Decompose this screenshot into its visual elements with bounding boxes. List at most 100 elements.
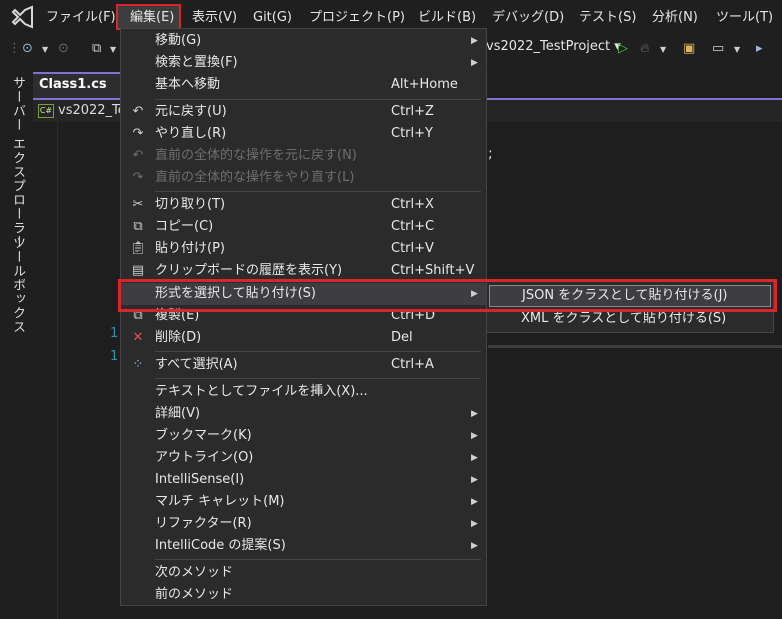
copy-icon: ⧉ (133, 219, 143, 234)
menu-item-label: IntelliCode の提案(S) (155, 538, 286, 553)
menu-debug[interactable]: デバッグ(D) (490, 8, 566, 28)
menu-separator (155, 99, 481, 100)
global-redo-icon: ↷ (132, 170, 144, 185)
menu-item-label: 切り取り(T) (155, 197, 226, 212)
menu-separator (155, 191, 481, 192)
menu-item-select-all[interactable]: ⁘ すべて選択(A) Ctrl+A (121, 354, 486, 376)
project-dropdown[interactable]: C# vs2022_Tes (38, 101, 133, 121)
menu-item-shortcut: Alt+Home (391, 77, 458, 92)
back-dropdown-icon[interactable]: ▼ (42, 45, 48, 54)
menu-file[interactable]: ファイル(F) (44, 8, 118, 28)
menu-item-label: 移動(G) (155, 33, 202, 48)
menu-item-label: 元に戻す(U) (155, 104, 227, 119)
menu-item-label: リファクター(R) (155, 516, 252, 531)
hot-reload-icon[interactable]: 🔥︎ (640, 41, 650, 56)
menu-item-label: テキストとしてファイルを挿入(X)... (155, 384, 368, 399)
menu-item-label: 次のメソッド (155, 565, 234, 580)
csharp-project-icon: C# (38, 103, 54, 118)
line-number: 1 (110, 349, 119, 364)
menu-item-paste[interactable]: 📋︎ 貼り付け(P) Ctrl+V (121, 238, 486, 260)
menu-item-undo[interactable]: ↶ 元に戻す(U) Ctrl+Z (121, 101, 486, 123)
editor-gutter (33, 122, 58, 619)
menu-item-goto[interactable]: 移動(G) ▶ (121, 30, 486, 52)
menu-tools[interactable]: ツール(T) (714, 8, 775, 28)
menu-item-multi-caret[interactable]: マルチ キャレット(M) ▶ (121, 491, 486, 513)
submenu-arrow-icon: ▶ (471, 431, 478, 441)
code-text: ; (488, 146, 493, 162)
menu-item-goto-base[interactable]: 基本へ移動 Alt+Home (121, 74, 486, 96)
menu-item-label: コピー(C) (155, 219, 214, 234)
submenu-arrow-icon: ▶ (471, 409, 478, 419)
submenu-arrow-icon: ▶ (471, 453, 478, 463)
menu-item-label: すべて選択(A) (155, 357, 238, 372)
new-item-icon[interactable]: ⧉ (92, 41, 101, 56)
start-debug-icon[interactable]: ▷ (618, 41, 628, 56)
select-all-icon: ⁘ (132, 357, 144, 372)
menu-item-bookmarks[interactable]: ブックマーク(K) ▶ (121, 425, 486, 447)
menu-item-outlining[interactable]: アウトライン(O) ▶ (121, 447, 486, 469)
menu-item-refactor[interactable]: リファクター(R) ▶ (121, 513, 486, 535)
menu-project[interactable]: プロジェクト(P) (307, 8, 407, 28)
menu-item-shortcut: Ctrl+C (391, 219, 435, 234)
menu-item-label: マルチ キャレット(M) (155, 494, 285, 509)
line-number: 1 (110, 326, 119, 341)
new-item-dropdown-icon[interactable]: ▼ (110, 45, 116, 54)
menu-test[interactable]: テスト(S) (577, 8, 638, 28)
left-tool-strip: サーバー エクスプローラー ツールボックス (0, 64, 32, 619)
menu-item-global-undo: ↶ 直前の全体的な操作を元に戻す(N) (121, 145, 486, 167)
startup-project-selector[interactable]: vs2022_TestProject ▾ (486, 39, 621, 54)
menu-item-shortcut: Del (391, 330, 413, 345)
menu-item-delete[interactable]: ✕ 削除(D) Del (121, 327, 486, 349)
menu-view[interactable]: 表示(V) (190, 8, 239, 28)
menu-item-insert-file-as-text[interactable]: テキストとしてファイルを挿入(X)... (121, 381, 486, 403)
redo-icon: ↷ (132, 126, 144, 141)
window-layout-dropdown-icon[interactable]: ▼ (734, 45, 740, 54)
delete-icon: ✕ (132, 330, 144, 345)
global-undo-icon: ↶ (132, 148, 144, 163)
menu-build[interactable]: ビルド(B) (416, 8, 478, 28)
folder-icon[interactable]: ▣ (683, 41, 695, 56)
menu-item-shortcut: Ctrl+Z (391, 104, 434, 119)
menu-item-intellicode-suggestions[interactable]: IntelliCode の提案(S) ▶ (121, 535, 486, 557)
editor-guide-line (488, 345, 782, 348)
menu-item-label: 詳細(V) (155, 406, 201, 421)
submenu-arrow-icon: ▶ (471, 475, 478, 485)
submenu-arrow-icon: ▶ (471, 497, 478, 507)
menu-item-find-replace[interactable]: 検索と置換(F) ▶ (121, 52, 486, 74)
menu-item-label: アウトライン(O) (155, 450, 254, 465)
menu-item-shortcut: Ctrl+X (391, 197, 434, 212)
menu-item-intellisense[interactable]: IntelliSense(I) ▶ (121, 469, 486, 491)
menu-item-label: 前のメソッド (155, 587, 234, 602)
menu-item-label: 検索と置換(F) (155, 55, 238, 70)
toolbox-tab[interactable]: ツールボックス (8, 236, 27, 334)
edit-menu-dropdown: 移動(G) ▶ 検索と置換(F) ▶ 基本へ移動 Alt+Home ↶ 元に戻す… (120, 28, 487, 606)
menu-git[interactable]: Git(G) (251, 8, 294, 28)
menu-item-copy[interactable]: ⧉ コピー(C) Ctrl+C (121, 216, 486, 238)
back-icon[interactable]: ⊙ (22, 41, 33, 56)
menu-separator (155, 378, 481, 379)
window-layout-icon[interactable]: ▭ (712, 41, 724, 56)
menu-item-redo[interactable]: ↷ やり直し(R) Ctrl+Y (121, 123, 486, 145)
menu-item-shortcut: Ctrl+A (391, 357, 434, 372)
cut-icon: ✂ (132, 197, 144, 212)
menu-item-label: 直前の全体的な操作をやり直す(L) (155, 170, 355, 185)
pointer-icon[interactable]: ▸ (756, 41, 763, 56)
tab-label: Class1.cs (39, 77, 107, 92)
menu-item-advanced[interactable]: 詳細(V) ▶ (121, 403, 486, 425)
visual-studio-logo-icon[interactable] (10, 5, 36, 29)
menu-item-label: ブックマーク(K) (155, 428, 252, 443)
menu-item-previous-method[interactable]: 前のメソッド (121, 584, 486, 606)
hot-reload-dropdown-icon[interactable]: ▼ (660, 45, 666, 54)
menu-analyze[interactable]: 分析(N) (650, 8, 700, 28)
submenu-arrow-icon: ▶ (471, 58, 478, 68)
menu-item-label: 直前の全体的な操作を元に戻す(N) (155, 148, 357, 163)
server-explorer-tab[interactable]: サーバー エクスプローラー (8, 76, 27, 249)
forward-icon[interactable]: ⊙ (58, 41, 69, 56)
tab-class1-cs[interactable]: Class1.cs ⊕ (33, 72, 121, 113)
menu-edit[interactable]: 編集(E) (128, 8, 176, 28)
menu-item-cut[interactable]: ✂ 切り取り(T) Ctrl+X (121, 194, 486, 216)
submenu-arrow-icon: ▶ (471, 36, 478, 46)
menu-item-next-method[interactable]: 次のメソッド (121, 562, 486, 584)
menu-item-label: やり直し(R) (155, 126, 227, 141)
submenu-arrow-icon: ▶ (471, 541, 478, 551)
